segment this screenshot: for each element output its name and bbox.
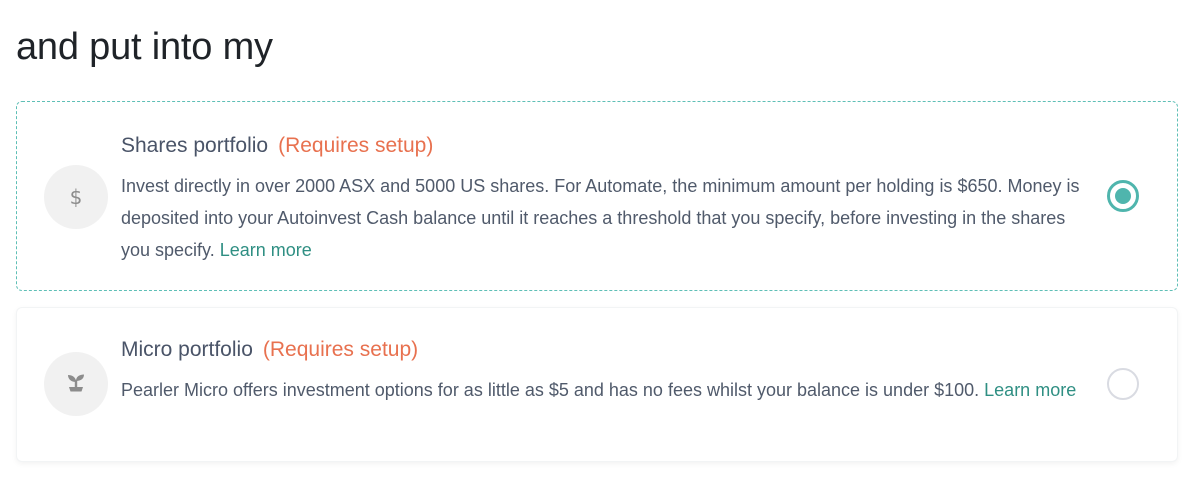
option-content: Shares portfolio (Requires setup) Invest … xyxy=(121,132,1089,266)
learn-more-link[interactable]: Learn more xyxy=(984,380,1076,400)
requires-setup-tag: (Requires setup) xyxy=(278,134,434,157)
option-shares-portfolio[interactable]: $ Shares portfolio (Requires setup) Inves… xyxy=(16,101,1178,291)
radio-button-selected[interactable] xyxy=(1107,180,1139,212)
option-description: Pearler Micro offers investment options … xyxy=(121,374,1089,406)
radio-button-unselected[interactable] xyxy=(1107,368,1139,400)
sprout-icon xyxy=(44,352,108,416)
dollar-glyph: $ xyxy=(69,185,83,209)
page: and put into my $ Shares portfolio (Requi… xyxy=(0,0,1186,484)
section-heading: and put into my xyxy=(16,26,273,68)
option-description-text: Pearler Micro offers investment options … xyxy=(121,380,980,400)
option-description: Invest directly in over 2000 ASX and 500… xyxy=(121,170,1089,266)
learn-more-link[interactable]: Learn more xyxy=(220,240,312,260)
option-micro-portfolio[interactable]: Micro portfolio (Requires setup) Pearler … xyxy=(16,307,1178,462)
sprout-icon-svg xyxy=(68,374,84,392)
option-content: Micro portfolio (Requires setup) Pearler … xyxy=(121,336,1089,406)
option-title-row: Shares portfolio (Requires setup) xyxy=(121,132,1089,160)
radio-dot xyxy=(1115,188,1131,204)
option-title-row: Micro portfolio (Requires setup) xyxy=(121,336,1089,364)
requires-setup-tag: (Requires setup) xyxy=(262,338,419,361)
option-title: Micro portfolio xyxy=(121,338,253,361)
dollar-icon: $ xyxy=(44,165,108,229)
option-title: Shares portfolio xyxy=(121,134,269,157)
